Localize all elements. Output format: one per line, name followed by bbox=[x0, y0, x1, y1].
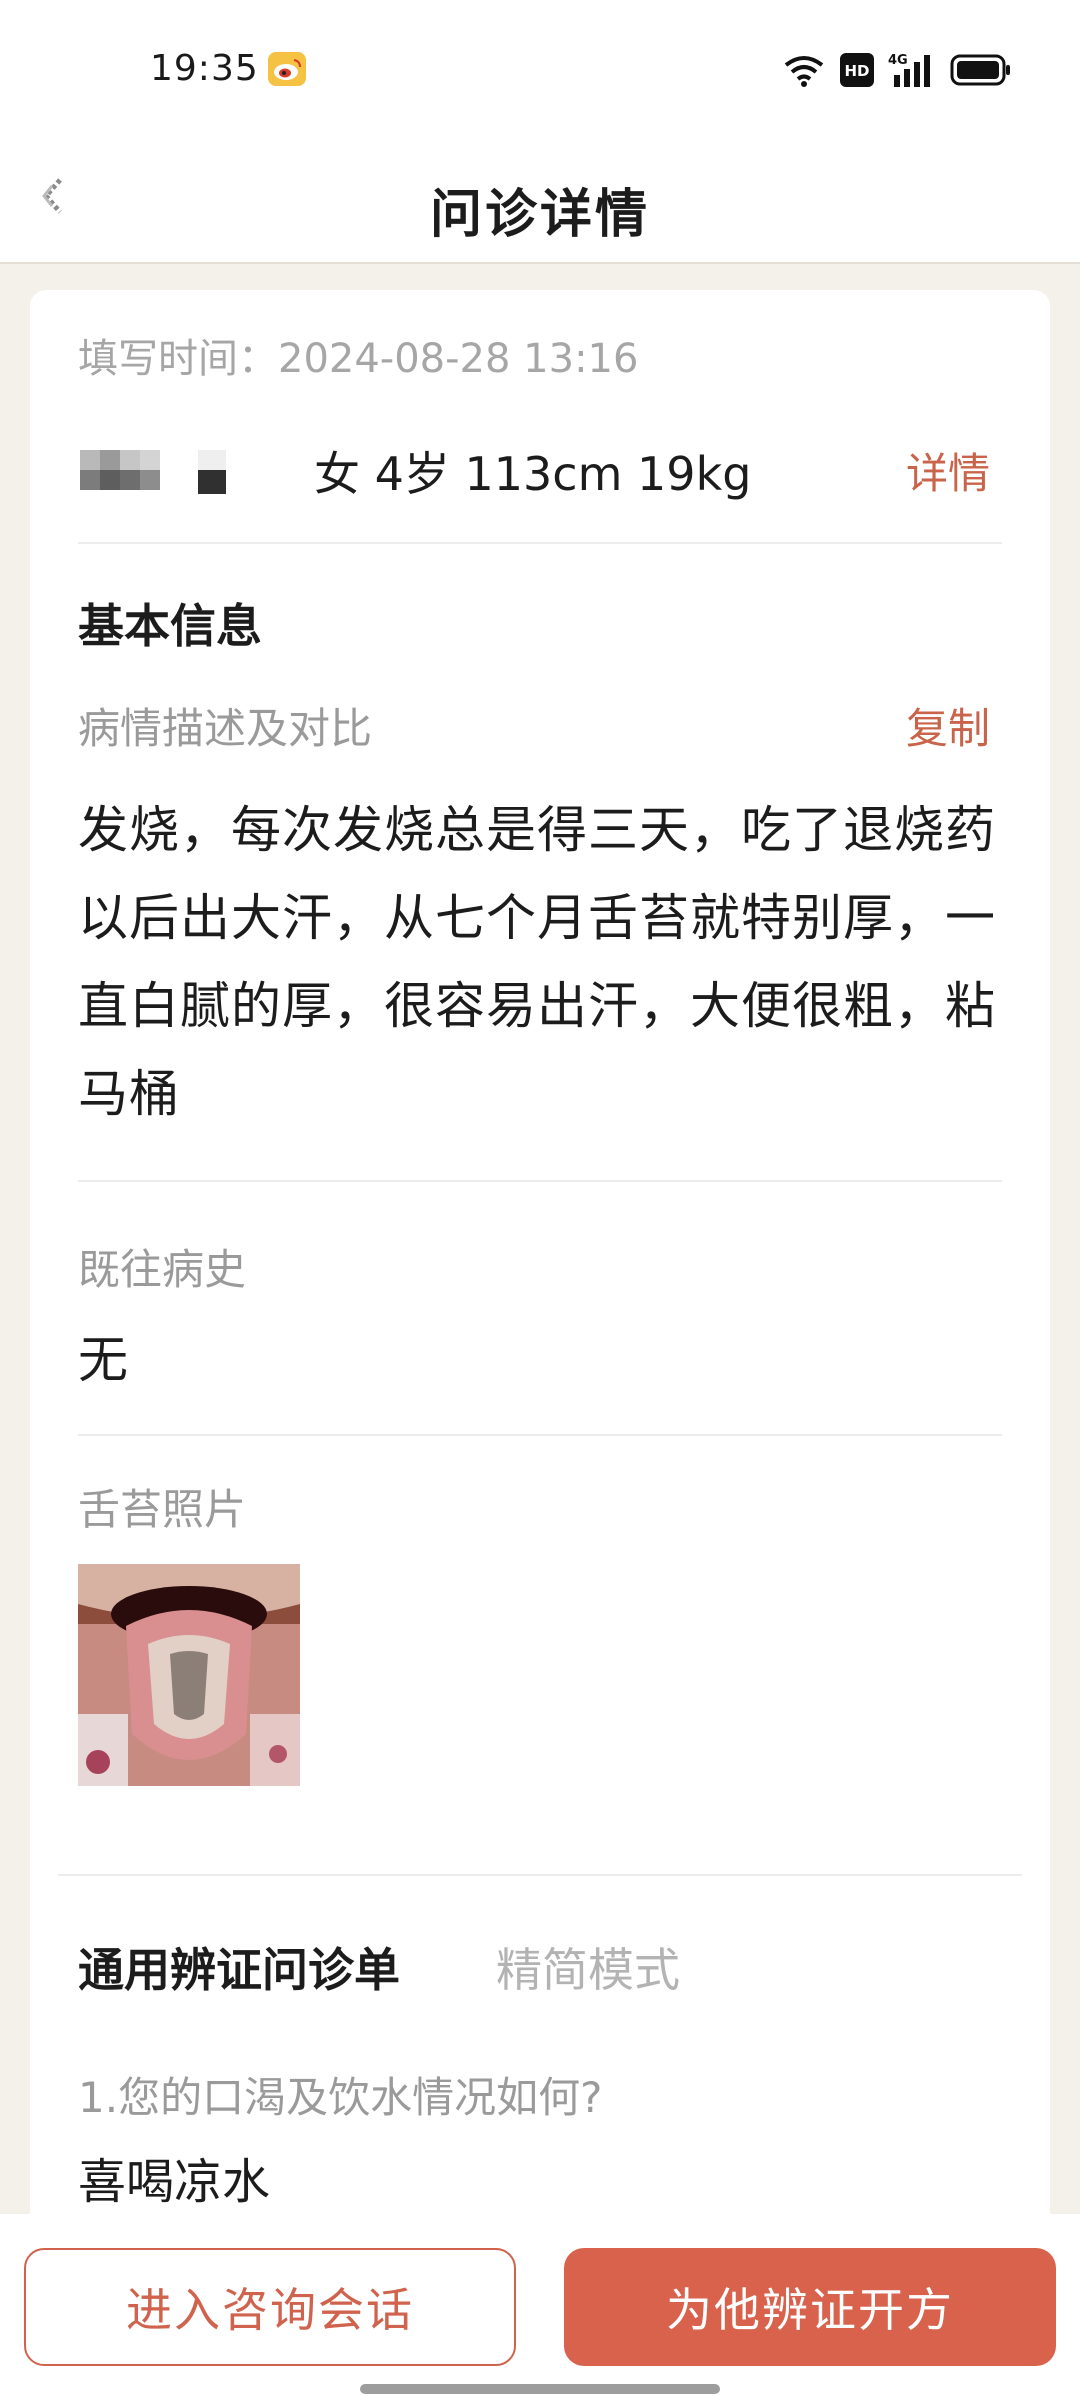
blurred-name bbox=[80, 450, 226, 494]
tongue-photo[interactable] bbox=[78, 1564, 300, 1786]
status-time: 19:35 bbox=[150, 48, 259, 89]
description-text: 发烧，每次发烧总是得三天，吃了退烧药以后出大汗，从七个月舌苔就特别厚，一直白腻的… bbox=[78, 801, 996, 1123]
patient-info: 女 4岁 113cm 19kg bbox=[314, 447, 752, 501]
answer-text: 喜喝凉水 bbox=[78, 2154, 271, 2210]
description-label: 病情描述及对比 bbox=[78, 704, 373, 753]
history-value: 无 bbox=[78, 1331, 128, 1389]
history-label: 既往病史 bbox=[78, 1245, 247, 1294]
mode-toggle[interactable]: 精简模式 bbox=[496, 1934, 680, 2000]
patient-row: 女 4岁 113cm 19kg 详情 bbox=[78, 424, 1002, 544]
photo-label: 舌苔照片 bbox=[78, 1485, 247, 1534]
consult-chat-button[interactable]: 进入咨询会话 bbox=[24, 2248, 516, 2366]
weibo-icon bbox=[268, 52, 306, 86]
battery-icon bbox=[950, 54, 1010, 86]
status-indicators: HD 4G bbox=[782, 50, 1012, 90]
wifi-icon bbox=[784, 56, 824, 87]
fill-time: 填写时间：2024-08-28 13:16 bbox=[78, 336, 639, 382]
nav-bar: 问诊详情 bbox=[0, 140, 1080, 264]
divider bbox=[78, 1434, 1002, 1436]
questionnaire-title: 通用辨证问诊单 bbox=[78, 1943, 400, 1997]
consultation-card: 填写时间：2024-08-28 13:16 女 4岁 113cm 19kg 详情… bbox=[30, 290, 1050, 2230]
copy-button[interactable]: 复制 bbox=[906, 695, 990, 756]
prescribe-button[interactable]: 为他辨证开方 bbox=[564, 2248, 1056, 2366]
bottom-action-bar: 进入咨询会话 为他辨证开方 bbox=[0, 2214, 1080, 2400]
home-indicator[interactable] bbox=[360, 2384, 720, 2394]
question-text: 1.您的口渴及饮水情况如何? bbox=[78, 2073, 603, 2122]
hd-label: HD bbox=[844, 62, 869, 80]
status-bar: 19:35 HD 4G bbox=[0, 0, 1080, 140]
detail-link[interactable]: 详情 bbox=[906, 440, 990, 501]
basic-info-title: 基本信息 bbox=[78, 599, 262, 653]
page-title: 问诊详情 bbox=[429, 185, 650, 245]
network-label: 4G bbox=[888, 53, 908, 68]
hd-icon: HD bbox=[840, 53, 874, 87]
section-divider bbox=[58, 1874, 1022, 1876]
signal-4g-icon: 4G bbox=[888, 53, 930, 87]
divider bbox=[78, 1180, 1002, 1182]
